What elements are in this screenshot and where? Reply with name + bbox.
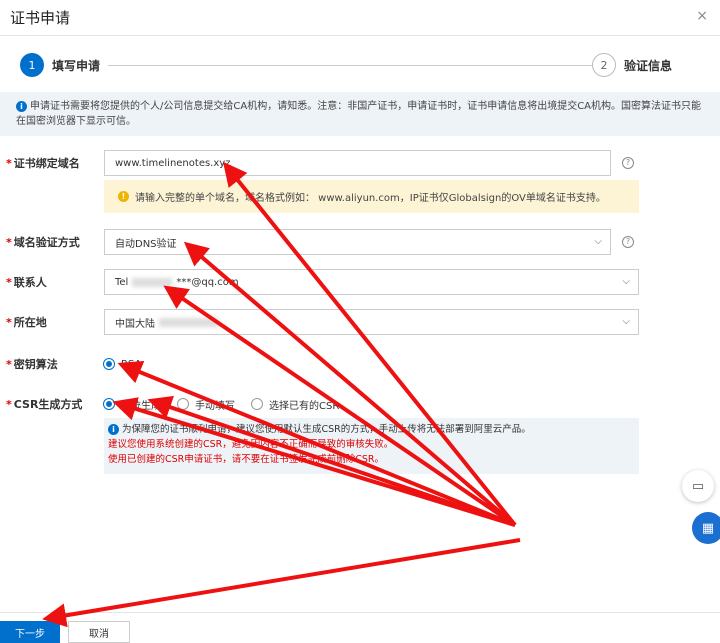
csr-label: * CSR生成方式 — [6, 398, 83, 411]
chevron-down-icon: ⌵ — [622, 316, 630, 327]
domain-input[interactable]: www.timelinenotes.xyz — [104, 150, 611, 176]
domain-label: * 证书绑定域名 — [6, 157, 80, 170]
step-2-label: 验证信息 — [623, 58, 672, 73]
algorithm-row: * 密钥算法 RSA — [0, 356, 720, 372]
step-1-label: 填写申请 — [52, 58, 101, 73]
chat-icon[interactable]: ▭ — [682, 470, 714, 502]
verify-method-select[interactable]: 自动DNS验证 ⌵ — [104, 229, 611, 255]
dialog-header: 证书申请 — [0, 0, 720, 36]
apps-icon[interactable]: ▦ — [692, 512, 720, 544]
dialog-footer: 下一步 取消 — [0, 612, 720, 643]
dialog-title: 证书申请 — [10, 9, 71, 27]
radio-rsa[interactable]: RSA — [103, 358, 141, 370]
info-icon: i — [16, 101, 27, 112]
step-2-number: 2 — [591, 53, 616, 77]
csr-row: * CSR生成方式 系统生成 手动填写 选择已有的CSR — [0, 396, 720, 412]
location-label: * 所在地 — [6, 316, 47, 329]
step-1-number: 1 — [20, 53, 44, 77]
csr-warning-1: 建议您使用系统创建的CSR，避免因内容不正确而导致的审核失败。 — [108, 439, 394, 450]
csr-note: i 为保障您的证书顺利申请，建议您使用默认生成CSR的方式，手动上传将无法部署到阿… — [104, 418, 639, 474]
algorithm-label: * 密钥算法 — [6, 358, 58, 371]
contact-select[interactable]: Tel ***@qq.com ⌵ — [104, 269, 639, 295]
contact-label: * 联系人 — [6, 276, 47, 289]
radio-system-generate[interactable]: 系统生成 — [103, 397, 161, 412]
close-icon[interactable]: × — [696, 8, 708, 24]
radio-existing-csr[interactable]: 选择已有的CSR — [251, 397, 339, 412]
domain-tip: ! 请输入完整的单个域名，域名格式例如： www.aliyun.com，IP证书仅… — [104, 180, 639, 213]
chevron-down-icon: ⌵ — [622, 276, 630, 287]
chevron-down-icon: ⌵ — [594, 236, 602, 247]
help-icon[interactable]: ? — [622, 236, 634, 248]
verify-label: * 域名验证方式 — [6, 236, 80, 249]
csr-warning-2: 使用已创建的CSR申请证书，请不要在证书签发完成前删除CSR。 — [108, 454, 385, 465]
info-icon: i — [108, 424, 119, 435]
warning-icon: ! — [118, 191, 129, 202]
stepper: 1 填写申请 2 验证信息 — [20, 52, 680, 78]
notice-banner: i 申请证书需要将您提供的个人/公司信息提交给CA机构，请知悉。注意：非国产证书，… — [0, 92, 720, 136]
location-select[interactable]: 中国大陆 ⌵ — [104, 309, 639, 335]
step-connector — [108, 64, 592, 66]
arrow — [42, 538, 521, 628]
notice-text: 申请证书需要将您提供的个人/公司信息提交给CA机构，请知悉。注意：非国产证书，申… — [16, 101, 702, 127]
help-icon[interactable]: ? — [622, 157, 634, 169]
radio-manual[interactable]: 手动填写 — [177, 397, 235, 412]
